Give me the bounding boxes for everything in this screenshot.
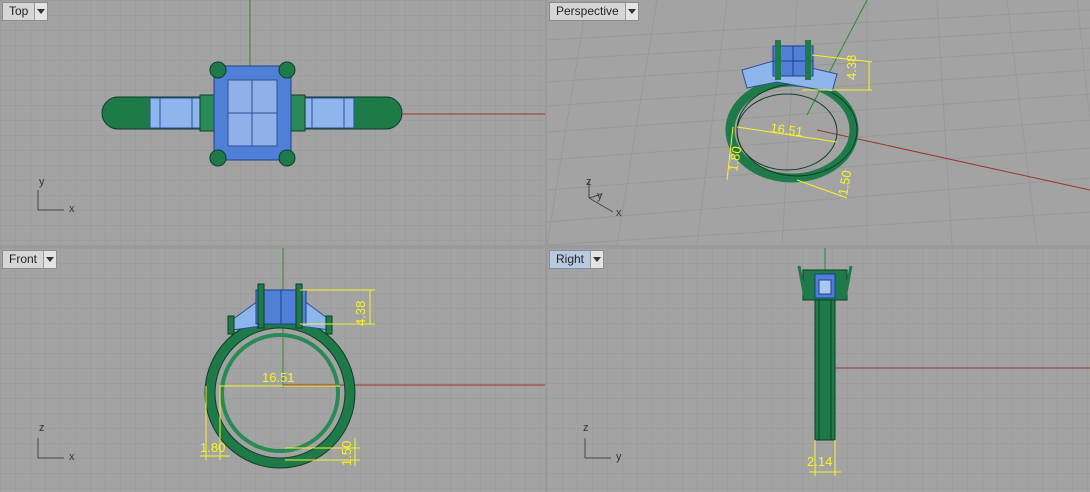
viewport-right[interactable]: 2.14 z y Right bbox=[547, 248, 1090, 492]
viewport-front[interactable]: 4.38 16.51 1.80 1.50 z x Front bbox=[0, 248, 545, 492]
viewport-title: Front bbox=[9, 252, 38, 266]
front-view-canvas[interactable]: 4.38 16.51 1.80 1.50 bbox=[0, 248, 545, 492]
chevron-down-icon[interactable] bbox=[624, 3, 638, 20]
chevron-down-icon[interactable] bbox=[34, 3, 48, 20]
axis-label-z: z bbox=[39, 422, 45, 434]
dim-thickness-front[interactable]: 1.80 bbox=[200, 440, 225, 455]
viewport-top[interactable]: y x Top bbox=[0, 0, 545, 245]
dim-height-front[interactable]: 4.38 bbox=[353, 301, 368, 326]
right-view-canvas[interactable]: 2.14 bbox=[547, 248, 1090, 492]
axis-label-x: x bbox=[616, 207, 622, 219]
viewport-tab-top[interactable]: Top bbox=[2, 2, 49, 21]
viewport-title: Right bbox=[556, 252, 585, 266]
viewport-title: Perspective bbox=[556, 4, 619, 18]
chevron-down-icon[interactable] bbox=[590, 251, 604, 268]
viewport-tab-perspective[interactable]: Perspective bbox=[549, 2, 639, 21]
axis-label-y: y bbox=[616, 451, 622, 463]
top-view-canvas[interactable] bbox=[0, 0, 545, 245]
axis-label-y: y bbox=[39, 176, 45, 188]
viewport-tab-front[interactable]: Front bbox=[2, 250, 58, 269]
axis-label-y: y bbox=[597, 190, 603, 202]
dim-diameter-front[interactable]: 16.51 bbox=[262, 370, 295, 385]
axis-label-z: z bbox=[586, 176, 592, 188]
axis-label-x: x bbox=[69, 451, 75, 463]
dim-height-perspective[interactable]: 4.38 bbox=[844, 55, 859, 80]
viewport-perspective[interactable]: 4.38 16.51 1.80 1.50 z y x Perspective bbox=[547, 0, 1090, 245]
viewport-layout: y x Top 4.38 16.51 1.80 1.50 z y x Persp… bbox=[0, 0, 1090, 492]
axis-label-x: x bbox=[69, 203, 75, 215]
chevron-down-icon[interactable] bbox=[43, 251, 57, 268]
viewport-tab-right[interactable]: Right bbox=[549, 250, 605, 269]
dim-band-front[interactable]: 1.50 bbox=[339, 441, 354, 466]
axis-label-z: z bbox=[583, 422, 589, 434]
perspective-view-canvas[interactable]: 4.38 16.51 1.80 1.50 bbox=[547, 0, 1090, 245]
viewport-title: Top bbox=[9, 4, 29, 18]
dim-width-right[interactable]: 2.14 bbox=[807, 454, 832, 469]
